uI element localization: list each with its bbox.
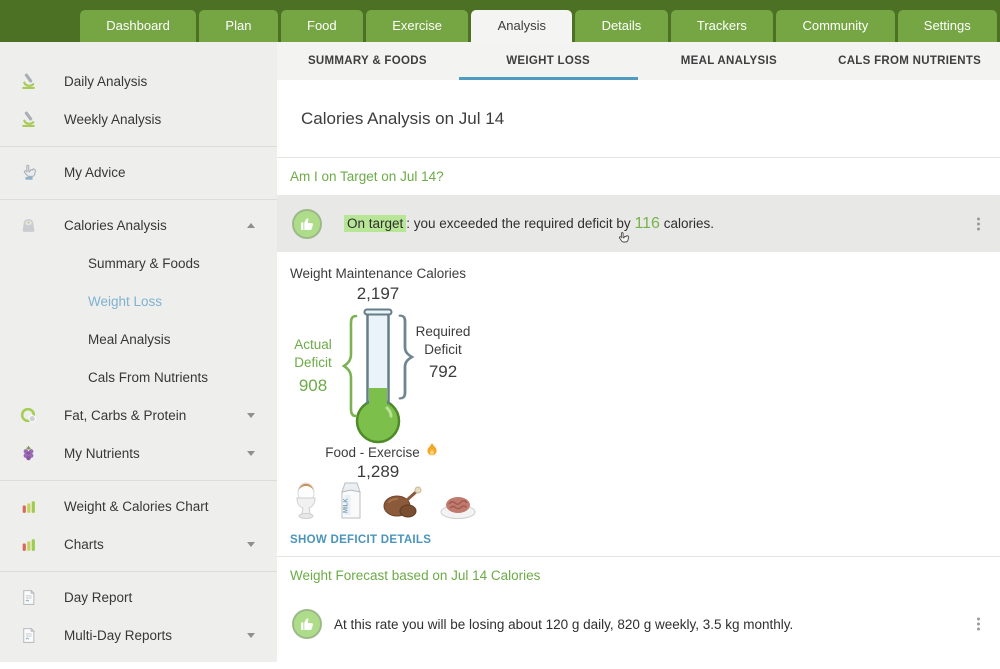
- bar-chart-icon: [19, 535, 37, 553]
- sidebar-item-daily-analysis[interactable]: Daily Analysis: [0, 62, 277, 100]
- required-deficit-value: 792: [407, 362, 479, 382]
- sidebar-item-my-advice[interactable]: My Advice: [0, 153, 277, 191]
- sidebar-item-label: Meal Analysis: [88, 332, 171, 347]
- deficit-diagram: Weight Maintenance Calories 2,197: [277, 252, 1000, 524]
- content-area: Calories Analysis on Jul 14 Am I on Targ…: [277, 80, 1000, 669]
- on-target-end-text: calories.: [660, 216, 714, 231]
- tab-community[interactable]: Community: [776, 10, 894, 42]
- food-icons-row: MILK: [291, 480, 477, 520]
- thumbs-up-icon: [292, 209, 322, 239]
- svg-text:MILK: MILK: [344, 498, 350, 513]
- required-deficit-label-line1: Required: [407, 324, 479, 339]
- sidebar-item-label: Weekly Analysis: [64, 112, 161, 127]
- weight-forecast-row: At this rate you will be losing about 12…: [277, 594, 1000, 654]
- tab-settings[interactable]: Settings: [898, 10, 998, 42]
- sidebar-item-label: Daily Analysis: [64, 74, 147, 89]
- scale-icon: [19, 216, 37, 234]
- expand-arrow-icon[interactable]: [247, 542, 255, 547]
- document-icon: [19, 626, 37, 644]
- on-target-highlight: On target: [344, 215, 406, 232]
- maintenance-calories-label: Weight Maintenance Calories: [277, 266, 479, 281]
- actual-deficit-value: 908: [279, 376, 347, 396]
- thumbs-up-icon: [292, 609, 322, 639]
- sidebar-item-day-report[interactable]: Day Report: [0, 578, 277, 616]
- roast-meat-icon: [381, 484, 423, 520]
- analysis-subnav: SUMMARY & FOODS WEIGHT LOSS MEAL ANALYSI…: [277, 42, 1000, 80]
- sidebar-divider: [0, 199, 277, 200]
- required-deficit-label-line2: Deficit: [407, 342, 479, 357]
- forecast-section-header: Weight Forecast based on Jul 14 Calories: [277, 557, 1000, 594]
- on-target-message: On target: you exceeded the required def…: [344, 215, 714, 233]
- subtab-weight-loss[interactable]: WEIGHT LOSS: [458, 42, 639, 80]
- sidebar-item-weight-loss[interactable]: Weight Loss: [0, 282, 277, 320]
- tab-dashboard[interactable]: Dashboard: [80, 10, 196, 42]
- tab-analysis[interactable]: Analysis: [471, 10, 572, 42]
- sidebar-item-label: Weight Loss: [88, 294, 162, 309]
- pointing-hand-icon: [19, 163, 37, 181]
- mouse-cursor-icon: [616, 231, 631, 252]
- subtab-cals-from-nutrients[interactable]: CALS FROM NUTRIENTS: [819, 42, 1000, 80]
- sidebar-item-label: Cals From Nutrients: [88, 370, 208, 385]
- deficit-exceeded-value[interactable]: 116: [634, 215, 660, 232]
- top-navigation: Dashboard Plan Food Exercise Analysis De…: [0, 0, 1000, 42]
- sidebar-item-weight-calories-chart[interactable]: Weight & Calories Chart: [0, 487, 277, 525]
- egg-in-cup-icon: [291, 480, 321, 520]
- subtab-summary-foods[interactable]: SUMMARY & FOODS: [277, 42, 458, 80]
- sidebar-item-my-nutrients[interactable]: My Nutrients: [0, 434, 277, 472]
- sidebar-item-label: Weight & Calories Chart: [64, 499, 209, 514]
- sidebar-item-label: Multi-Day Reports: [64, 628, 172, 643]
- milk-carton-icon: MILK: [337, 480, 365, 520]
- sidebar: Daily Analysis Weekly Analysis My Advice…: [0, 42, 277, 669]
- sidebar-item-label: My Nutrients: [64, 446, 140, 461]
- page-title: Calories Analysis on Jul 14: [301, 109, 504, 129]
- sidebar-divider: [0, 480, 277, 481]
- expand-arrow-icon[interactable]: [247, 451, 255, 456]
- tab-trackers[interactable]: Trackers: [671, 10, 774, 42]
- microscope-icon: [19, 110, 37, 128]
- kebab-menu-icon[interactable]: [977, 618, 980, 631]
- subtab-meal-analysis[interactable]: MEAL ANALYSIS: [639, 42, 820, 80]
- collapse-arrow-icon[interactable]: [247, 223, 255, 228]
- tab-details[interactable]: Details: [575, 10, 667, 42]
- mince-plate-icon: [439, 488, 477, 520]
- food-exercise-value: 1,289: [277, 462, 479, 482]
- document-icon: [19, 588, 37, 606]
- on-target-mid-text: : you exceeded the required deficit by: [406, 216, 634, 231]
- tab-exercise[interactable]: Exercise: [366, 10, 468, 42]
- maintenance-calories-value: 2,197: [277, 284, 479, 304]
- sidebar-item-label: Day Report: [64, 590, 132, 605]
- sidebar-item-label: My Advice: [64, 165, 126, 180]
- microscope-icon: [19, 72, 37, 90]
- sidebar-item-calories-analysis[interactable]: Calories Analysis: [0, 206, 277, 244]
- bar-chart-icon: [19, 497, 37, 515]
- sidebar-item-summary-foods[interactable]: Summary & Foods: [0, 244, 277, 282]
- grapes-icon: [19, 444, 37, 462]
- show-deficit-details-link[interactable]: SHOW DEFICIT DETAILS: [290, 534, 431, 546]
- sidebar-item-label: Fat, Carbs & Protein: [64, 408, 186, 423]
- tab-food[interactable]: Food: [281, 10, 363, 42]
- sidebar-item-meal-analysis[interactable]: Meal Analysis: [0, 320, 277, 358]
- forecast-message: At this rate you will be losing about 12…: [334, 617, 793, 632]
- actual-deficit-label-line1: Actual: [279, 337, 347, 352]
- sidebar-item-label: Calories Analysis: [64, 218, 167, 233]
- flame-icon: [425, 442, 439, 463]
- tab-plan[interactable]: Plan: [199, 10, 278, 42]
- actual-deficit-label-line2: Deficit: [279, 355, 347, 370]
- sidebar-item-label: Charts: [64, 537, 104, 552]
- sidebar-item-charts[interactable]: Charts: [0, 525, 277, 563]
- sidebar-item-weekly-analysis[interactable]: Weekly Analysis: [0, 100, 277, 138]
- expand-arrow-icon[interactable]: [247, 413, 255, 418]
- sidebar-item-label: Summary & Foods: [88, 256, 200, 271]
- target-section-header: Am I on Target on Jul 14?: [277, 158, 1000, 195]
- pie-chart-icon: [19, 406, 37, 424]
- sidebar-item-multi-day-reports[interactable]: Multi-Day Reports: [0, 616, 277, 654]
- sidebar-divider: [0, 571, 277, 572]
- kebab-menu-icon[interactable]: [977, 217, 980, 230]
- sidebar-item-fat-carbs-protein[interactable]: Fat, Carbs & Protein: [0, 396, 277, 434]
- food-exercise-label: Food - Exercise: [325, 445, 420, 460]
- on-target-banner: On target: you exceeded the required def…: [277, 195, 1000, 252]
- expand-arrow-icon[interactable]: [247, 633, 255, 638]
- sidebar-divider: [0, 146, 277, 147]
- sidebar-item-cals-from-nutrients[interactable]: Cals From Nutrients: [0, 358, 277, 396]
